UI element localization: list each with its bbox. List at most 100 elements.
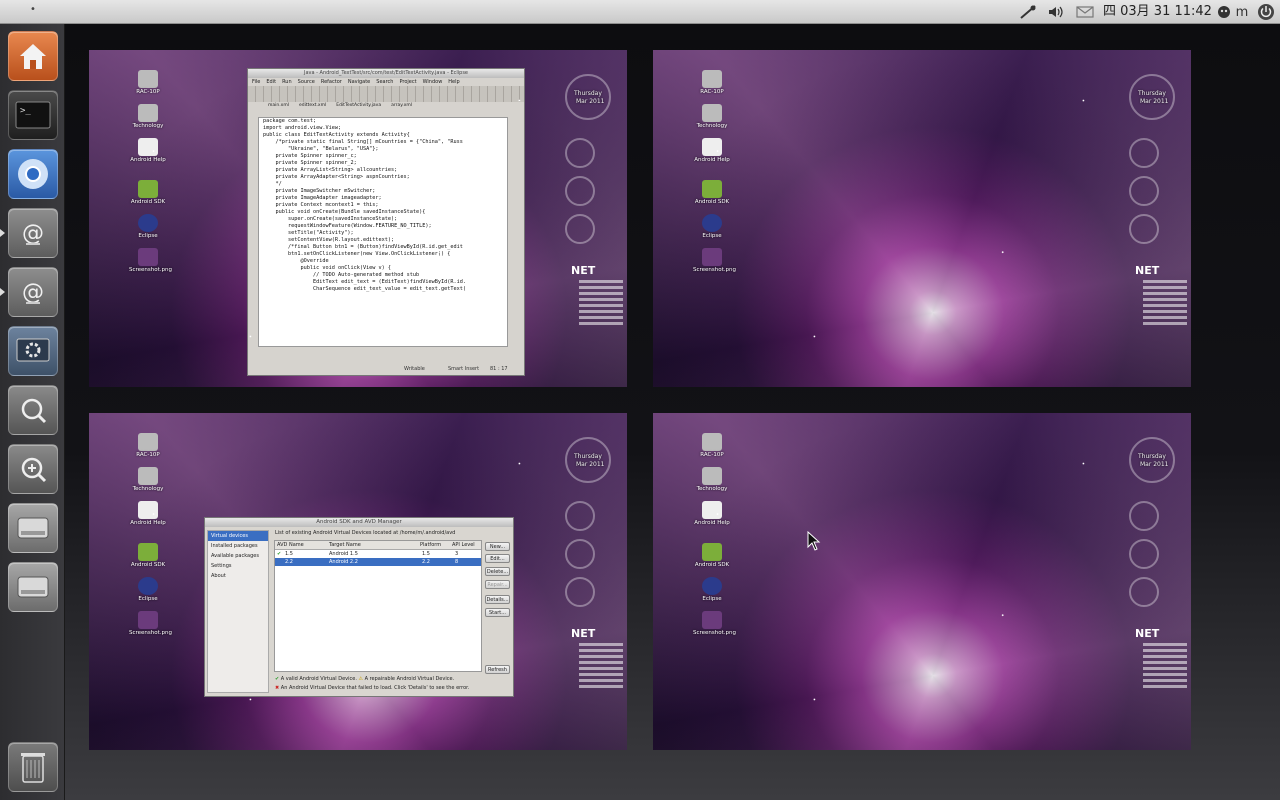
desktop-icon[interactable]: Android SDK bbox=[693, 543, 731, 568]
system-settings-icon[interactable] bbox=[8, 326, 58, 376]
chromium-icon[interactable] bbox=[8, 149, 58, 199]
desktop-icon[interactable]: Eclipse bbox=[129, 214, 167, 239]
table-row[interactable]: 2.2 Android 2.2 2.2 8 bbox=[275, 558, 481, 566]
code-editor[interactable]: package com.test; import android.view.Vie… bbox=[258, 117, 508, 347]
clock-widget-day: Thursday bbox=[574, 90, 602, 97]
terminal-icon[interactable]: >_ bbox=[8, 90, 58, 140]
workspace-3[interactable]: RAC-10P Technology Android Help Android … bbox=[89, 413, 627, 750]
menu-source[interactable]: Source bbox=[298, 79, 315, 85]
mail-icon[interactable] bbox=[1074, 0, 1096, 24]
tab-main-xml[interactable]: main.xml bbox=[268, 103, 289, 108]
desktop-icon[interactable]: RAC-10P bbox=[129, 433, 167, 458]
row-name: 1.5 bbox=[285, 551, 293, 557]
net-widget-list bbox=[1143, 643, 1187, 691]
mail-spring-icon[interactable]: @ bbox=[8, 208, 58, 258]
avd-titlebar[interactable]: Android SDK and AVD Manager bbox=[205, 518, 513, 527]
mem-widget bbox=[1129, 539, 1159, 569]
clock[interactable]: 四 03月 31 11:42 bbox=[1103, 0, 1212, 24]
network-icon[interactable] bbox=[1016, 0, 1040, 24]
tab-edittext-xml[interactable]: edittext.xml bbox=[299, 103, 326, 108]
legend-repairable: A repairable Android Virtual Device. bbox=[364, 676, 455, 682]
code-line: "Ukraine", "Belarus", "USA"}; bbox=[263, 146, 379, 152]
chat-icon[interactable] bbox=[1214, 0, 1234, 24]
desktop-icon[interactable]: Technology bbox=[693, 104, 731, 129]
code-line: @Override bbox=[263, 258, 329, 264]
drive-icon[interactable] bbox=[8, 503, 58, 553]
menu-search[interactable]: Search bbox=[376, 79, 393, 85]
tab-edittextactivity[interactable]: EditTextActivity.java bbox=[336, 103, 381, 108]
eclipse-titlebar[interactable]: Java - Android_TextTest/src/com/test/Edi… bbox=[248, 69, 524, 78]
menu-navigate[interactable]: Navigate bbox=[348, 79, 370, 85]
zoom-icon[interactable] bbox=[8, 444, 58, 494]
sidebar-item-settings[interactable]: Settings bbox=[208, 561, 268, 571]
sidebar-item-installed-packages[interactable]: Installed packages bbox=[208, 541, 268, 551]
search-icon[interactable] bbox=[8, 385, 58, 435]
cpu-widget bbox=[565, 138, 595, 168]
power-icon[interactable] bbox=[1254, 0, 1278, 24]
desktop-icon[interactable]: Technology bbox=[129, 467, 167, 492]
desktop-icon[interactable]: RAC-10P bbox=[693, 70, 731, 95]
sidebar-item-available-packages[interactable]: Available packages bbox=[208, 551, 268, 561]
menu-file[interactable]: File bbox=[252, 79, 260, 85]
desktop-icon[interactable]: Android SDK bbox=[129, 180, 167, 205]
menu-help[interactable]: Help bbox=[448, 79, 459, 85]
details-button[interactable]: Details... bbox=[485, 595, 510, 604]
code-line: EditText edit_text = (EditText)findViewB… bbox=[263, 279, 467, 285]
workspace-2[interactable]: RAC-10P Technology Android Help Android … bbox=[653, 50, 1191, 387]
menu-edit[interactable]: Edit bbox=[266, 79, 276, 85]
tab-array-xml[interactable]: array.xml bbox=[391, 103, 412, 108]
menu-project[interactable]: Project bbox=[399, 79, 416, 85]
row-target: Android 2.2 bbox=[329, 559, 358, 565]
delete-button[interactable]: Delete... bbox=[485, 567, 510, 576]
desktop-icon[interactable]: Android SDK bbox=[129, 543, 167, 568]
desktop-icon[interactable]: Screenshot.png bbox=[693, 611, 736, 636]
start-button[interactable]: Start... bbox=[485, 608, 510, 617]
clock-widget-month: Mar 2011 bbox=[576, 461, 605, 468]
sidebar-item-about[interactable]: About bbox=[208, 571, 268, 581]
user-name[interactable]: m bbox=[1235, 0, 1249, 24]
desktop-icon[interactable]: RAC-10P bbox=[129, 70, 167, 95]
edit-button[interactable]: Edit... bbox=[485, 554, 510, 563]
clock-widget-month: Mar 2011 bbox=[1140, 461, 1169, 468]
desktop-icon[interactable]: Technology bbox=[693, 467, 731, 492]
avd-table[interactable]: AVD Name Target Name Platform API Level … bbox=[274, 540, 482, 672]
desktop-icon[interactable]: Screenshot.png bbox=[129, 611, 172, 636]
menu-window[interactable]: Window bbox=[423, 79, 443, 85]
sidebar-item-virtual-devices[interactable]: Virtual devices bbox=[208, 531, 268, 541]
desktop-icon[interactable]: Eclipse bbox=[693, 214, 731, 239]
valid-check-icon: ✔ bbox=[275, 676, 280, 682]
workspace-4[interactable]: RAC-10P Technology Android Help Android … bbox=[653, 413, 1191, 750]
eclipse-window[interactable]: Java - Android_TextTest/src/com/test/Edi… bbox=[247, 68, 525, 376]
desktop-icon[interactable]: Technology bbox=[129, 104, 167, 129]
desktop-icon[interactable]: Android SDK bbox=[693, 180, 731, 205]
trash-icon[interactable] bbox=[8, 742, 58, 792]
net-widget-list bbox=[579, 280, 623, 328]
code-line: super.onCreate(savedInstanceState); bbox=[263, 216, 398, 222]
workspace-1[interactable]: RAC-10P Technology Android Help Android … bbox=[89, 50, 627, 387]
net-widget: NET bbox=[571, 264, 596, 277]
home-folder-icon[interactable] bbox=[8, 31, 58, 81]
desktop-icon[interactable]: RAC-10P bbox=[693, 433, 731, 458]
table-row[interactable]: ✔ 1.5 Android 1.5 1.5 3 bbox=[275, 550, 481, 558]
column-api-level: API Level bbox=[452, 542, 475, 548]
desktop-icon[interactable]: Android Help bbox=[693, 138, 731, 163]
desktop-icon[interactable]: Eclipse bbox=[693, 577, 731, 602]
desktop-icon[interactable]: Android Help bbox=[693, 501, 731, 526]
menu-run[interactable]: Run bbox=[282, 79, 292, 85]
table-header: AVD Name Target Name Platform API Level bbox=[275, 541, 481, 550]
desktop-icon[interactable]: Eclipse bbox=[129, 577, 167, 602]
desktop-icon[interactable]: Screenshot.png bbox=[693, 248, 736, 273]
avd-sidebar: Virtual devices Installed packages Avail… bbox=[207, 530, 269, 693]
new-button[interactable]: New... bbox=[485, 542, 510, 551]
menu-refactor[interactable]: Refactor bbox=[321, 79, 342, 85]
refresh-button[interactable]: Refresh bbox=[485, 665, 510, 674]
repair-button[interactable]: Repair... bbox=[485, 580, 510, 589]
drive-icon-2[interactable] bbox=[8, 562, 58, 612]
mail-spring-icon-2[interactable]: @ bbox=[8, 267, 58, 317]
avd-manager-window[interactable]: Android SDK and AVD Manager Virtual devi… bbox=[204, 517, 514, 697]
desktop-icon[interactable]: Android Help bbox=[129, 138, 167, 163]
desktop-icon[interactable]: Android Help bbox=[129, 501, 167, 526]
volume-icon[interactable] bbox=[1045, 0, 1067, 24]
eclipse-toolbar[interactable] bbox=[248, 86, 524, 102]
desktop-icon[interactable]: Screenshot.png bbox=[129, 248, 172, 273]
